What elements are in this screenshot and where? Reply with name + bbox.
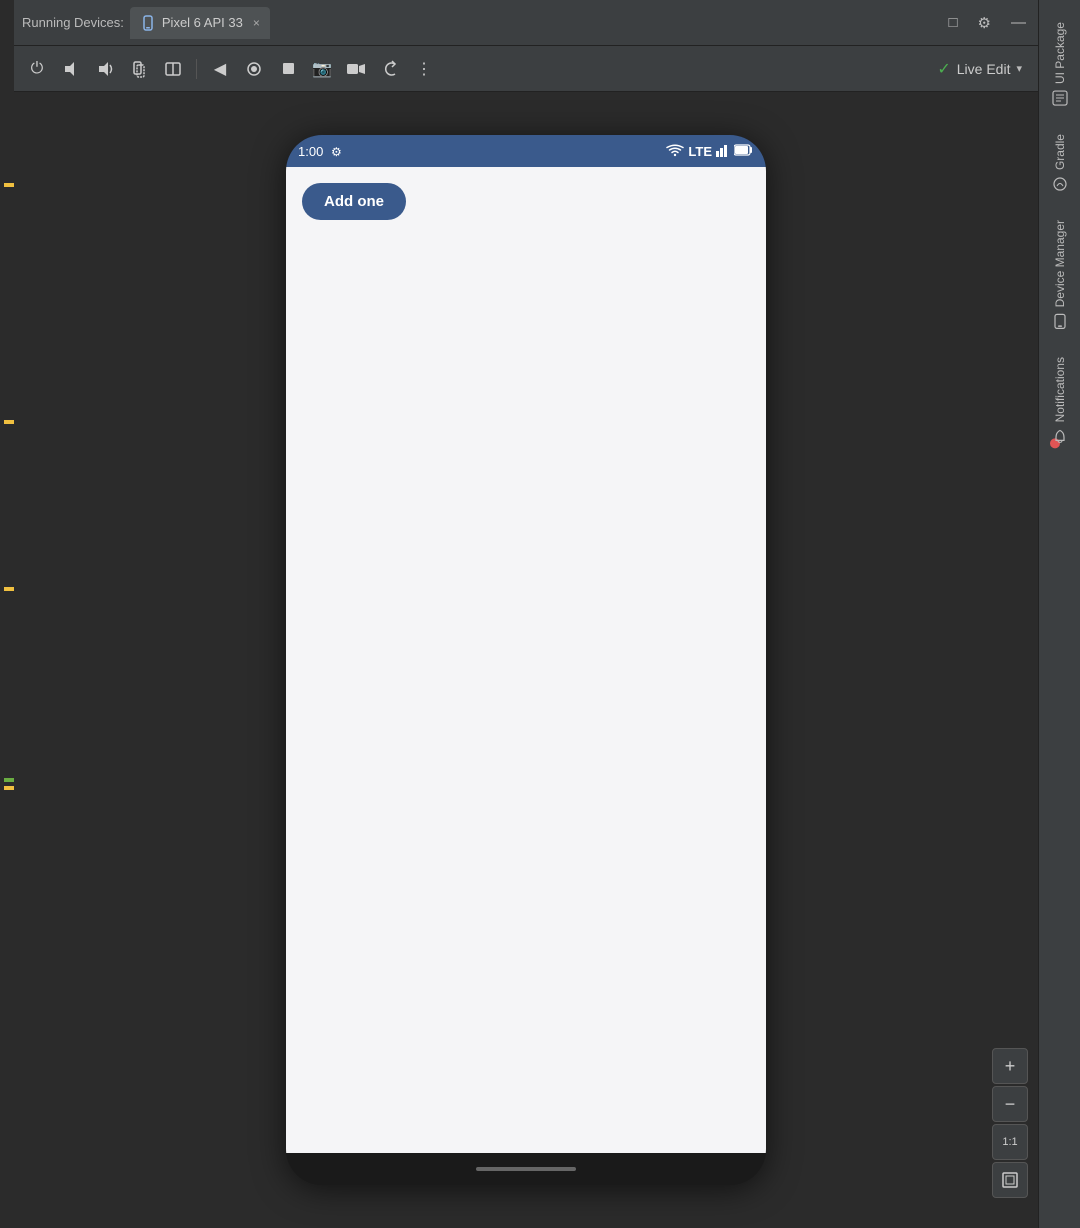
- phone-bottom-bar: [286, 1153, 766, 1185]
- live-edit-dropdown: ▾: [1016, 62, 1022, 75]
- gutter-marker-4: [4, 778, 14, 782]
- fold-btn[interactable]: [158, 54, 188, 84]
- gutter-marker-5: [4, 786, 14, 790]
- zoom-out-btn[interactable]: −: [992, 1086, 1028, 1122]
- notifications-label: Notifications: [1053, 357, 1067, 422]
- screenshot-btn[interactable]: 📷: [307, 54, 337, 84]
- title-bar-left: Running Devices: Pixel 6 API 33 ×: [22, 7, 944, 39]
- tab-label: Pixel 6 API 33: [162, 15, 243, 30]
- rotate-btn[interactable]: [124, 54, 154, 84]
- settings-btn[interactable]: ⚙: [974, 12, 995, 34]
- add-one-button[interactable]: Add one: [302, 183, 406, 220]
- sidebar-tool-gradle[interactable]: Gradle: [1044, 120, 1076, 206]
- zoom-ratio-label: 1:1: [992, 1124, 1028, 1160]
- status-settings-icon: ⚙: [331, 145, 342, 159]
- main-area: Running Devices: Pixel 6 API 33 × □ ⚙ — …: [14, 0, 1038, 1228]
- status-icons: LTE: [666, 143, 754, 160]
- device-tab-icon: [140, 15, 156, 31]
- live-edit-btn[interactable]: ✓ Live Edit ▾: [929, 55, 1030, 83]
- live-edit-check: ✓: [937, 59, 950, 79]
- running-devices-label: Running Devices:: [22, 15, 124, 30]
- signal-icon: [716, 143, 730, 160]
- phone-content: Add one: [286, 167, 766, 1153]
- zoom-in-btn[interactable]: +: [992, 1048, 1028, 1084]
- gutter-marker-3: [4, 587, 14, 591]
- stop-btn[interactable]: [273, 54, 303, 84]
- gutter-marker-2: [4, 420, 14, 424]
- battery-icon: [734, 144, 754, 159]
- tab-close-btn[interactable]: ×: [253, 16, 260, 30]
- ui-package-label: UI Package: [1053, 22, 1067, 84]
- toolbar-sep-1: [196, 59, 197, 79]
- more-options-btn[interactable]: ⋮: [409, 54, 439, 84]
- rewind-btn[interactable]: [375, 54, 405, 84]
- volume-up-btn[interactable]: [90, 54, 120, 84]
- sidebar-tool-notifications[interactable]: Notifications: [1044, 343, 1076, 458]
- phone-frame: 1:00 ⚙ LTE: [286, 135, 766, 1185]
- title-bar: Running Devices: Pixel 6 API 33 × □ ⚙ —: [14, 0, 1038, 46]
- sidebar-tool-device-manager[interactable]: Device Manager: [1044, 206, 1076, 343]
- device-manager-label: Device Manager: [1053, 220, 1067, 307]
- lte-label: LTE: [688, 144, 712, 159]
- device-tab[interactable]: Pixel 6 API 33 ×: [130, 7, 270, 39]
- minimize-btn[interactable]: —: [1007, 12, 1030, 33]
- zoom-fit-btn[interactable]: [992, 1162, 1028, 1198]
- zoom-controls: + − 1:1: [992, 1048, 1028, 1198]
- wifi-icon: [666, 143, 684, 160]
- maximize-btn[interactable]: □: [944, 12, 961, 33]
- sidebar-tool-ui-package[interactable]: UI Package: [1044, 8, 1076, 120]
- gutter-marker-1: [4, 183, 14, 187]
- power-btn[interactable]: ⏻: [22, 54, 52, 84]
- left-gutter: [0, 0, 14, 1228]
- video-btn[interactable]: [341, 54, 371, 84]
- live-edit-label: Live Edit: [957, 61, 1011, 77]
- status-bar: 1:00 ⚙ LTE: [286, 135, 766, 167]
- toolbar: ⏻ ◀: [14, 46, 1038, 92]
- gradle-label: Gradle: [1053, 134, 1067, 170]
- home-indicator: [476, 1167, 576, 1171]
- volume-down-btn[interactable]: [56, 54, 86, 84]
- title-bar-right: □ ⚙ —: [944, 12, 1030, 34]
- device-area: 1:00 ⚙ LTE: [14, 92, 1038, 1228]
- right-sidebar: UI Package Gradle Device Manager Notific…: [1038, 0, 1080, 1228]
- back-btn[interactable]: ◀: [205, 54, 235, 84]
- status-time: 1:00 ⚙: [298, 144, 666, 159]
- record-btn[interactable]: [239, 54, 269, 84]
